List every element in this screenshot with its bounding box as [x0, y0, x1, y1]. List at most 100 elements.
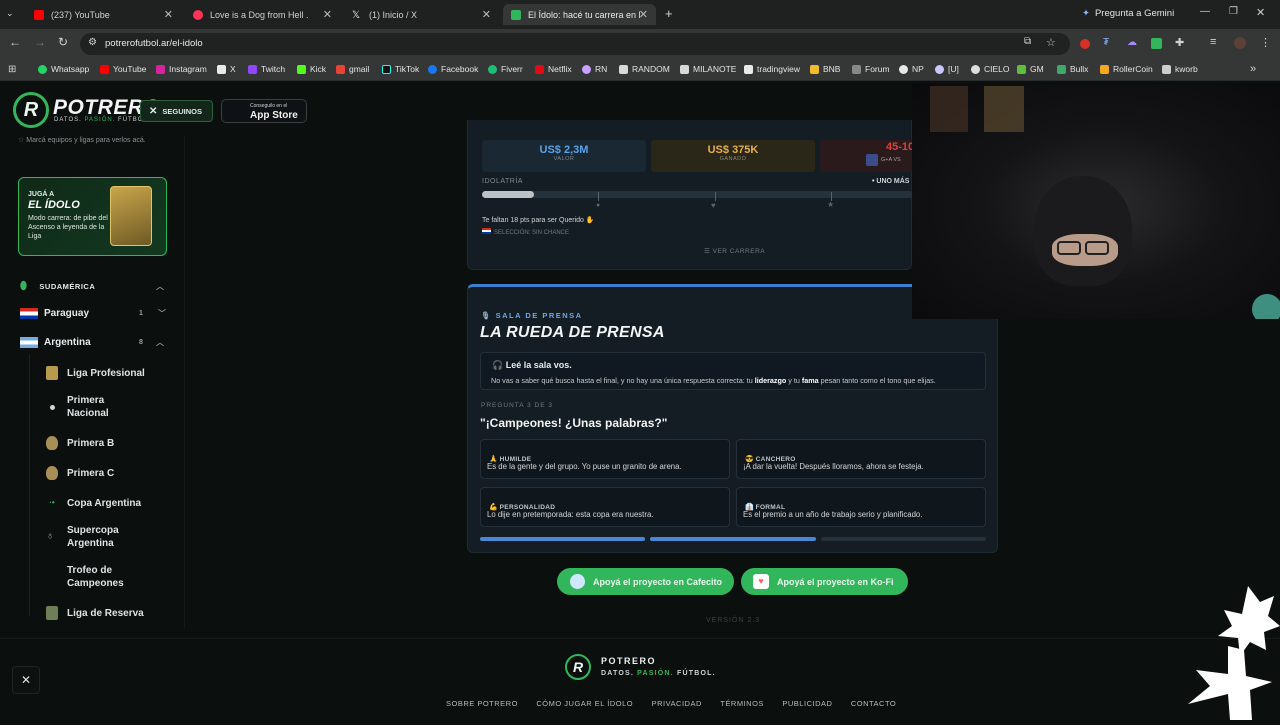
bookmark-kworb[interactable]: kworb — [1162, 64, 1198, 74]
league-trofeo-de-campeones[interactable]: Trofeo de Campeones — [46, 564, 136, 590]
answer-option-canchero[interactable]: 😎 CANCHERO ¡A dar la vuelta! Después llo… — [736, 439, 986, 479]
forward-icon[interactable]: → — [34, 35, 46, 49]
extension-cloud-icon[interactable]: ☁ — [1127, 37, 1137, 48]
league-badge-icon — [46, 606, 58, 620]
tab-el-idolo[interactable]: El Ídolo: hacé tu carrera en la Lig ✕ — [503, 4, 656, 25]
x-social-icon[interactable]: ✕ — [12, 666, 40, 694]
bookmark-netflix[interactable]: Netflix — [535, 64, 572, 74]
bookmark-rollercoin[interactable]: RollerCoin — [1100, 64, 1153, 74]
bookmark-cielo[interactable]: CIELO — [971, 64, 1010, 74]
bookmark-label: Forum — [865, 64, 890, 74]
profile-avatar[interactable] — [1234, 37, 1246, 49]
kofi-label: Apoyá el proyecto en Ko-Fi — [777, 576, 894, 587]
league-copa-argentina[interactable]: ·• Copa Argentina — [46, 496, 141, 510]
apps-grid-icon[interactable]: ⊞ — [8, 64, 16, 75]
extension-green-icon[interactable] — [1151, 38, 1162, 49]
bookmark-random[interactable]: RANDOM — [619, 64, 670, 74]
bookmark-tiktok[interactable]: TikTok — [382, 64, 419, 74]
league-primera-b[interactable]: Primera B — [46, 436, 114, 450]
answer-option-personalidad[interactable]: 💪 PERSONALIDAD Lo dije en pretemporada: … — [480, 487, 730, 527]
el-idolo-promo-card[interactable]: JUGÁ A EL ÍDOLO Modo carrera: de pibe de… — [18, 177, 167, 256]
extension-translate-icon[interactable]: ₮ — [1103, 37, 1109, 48]
chevron-up-icon[interactable]: ︿ — [156, 337, 164, 348]
league-supercopa-argentina[interactable]: ♁ Supercopa Argentina — [46, 524, 136, 550]
bookmark-bullx[interactable]: Bullx — [1057, 64, 1088, 74]
reload-icon[interactable]: ↻ — [58, 35, 68, 49]
extensions-puzzle-icon[interactable]: ✚ — [1175, 36, 1184, 49]
tab-love-is-a-dog[interactable]: Love is a Dog from Hell . ✕ — [185, 4, 340, 25]
more-bookmarks-icon[interactable]: » — [1250, 63, 1256, 75]
league-name: Trofeo de Campeones — [67, 565, 124, 589]
footer-link-como-jugar[interactable]: CÓMO JUGAR EL ÍDOLO — [536, 699, 633, 708]
bookmark-rn[interactable]: RN — [582, 64, 607, 74]
answer-option-humilde[interactable]: 🙏 HUMILDE Es de la gente y del grupo. Yo… — [480, 439, 730, 479]
back-icon[interactable]: ← — [9, 35, 21, 49]
country-name: Paraguay — [44, 308, 90, 319]
league-liga-profesional[interactable]: Liga Profesional — [46, 366, 145, 380]
menu-kebab-icon[interactable]: ⋮ — [1260, 36, 1271, 49]
ver-carrera-link[interactable]: ☰ VER CARRERA — [704, 247, 765, 255]
bookmark-star-icon[interactable]: ☆ — [1046, 36, 1056, 49]
bookmark-bnb[interactable]: BNB — [810, 64, 840, 74]
close-window-icon[interactable]: ✕ — [1256, 6, 1265, 19]
question-progress-segment — [650, 537, 816, 541]
chevron-down-icon[interactable]: ﹀ — [158, 308, 166, 319]
footer-link-contacto[interactable]: CONTACTO — [851, 699, 896, 708]
restore-icon[interactable]: ❐ — [1229, 6, 1238, 17]
bookmark-u[interactable]: [U] — [935, 64, 959, 74]
bookmark-x[interactable]: X — [217, 64, 236, 74]
region-sudamerica[interactable]: ⬮ SUDAMÉRICA ︿ — [20, 280, 165, 293]
bookmark-twitch[interactable]: Twitch — [248, 64, 285, 74]
bookmark-label: YouTube — [113, 64, 147, 74]
hand-icon: ✋ — [585, 217, 595, 224]
bookmark-youtube[interactable]: YouTube — [100, 64, 146, 74]
close-icon[interactable]: ✕ — [639, 8, 648, 21]
bookmark-label: kworb — [1175, 64, 1198, 74]
bookmark-instagram[interactable]: Instagram — [156, 64, 207, 74]
bookmark-tradingview[interactable]: tradingview — [744, 64, 800, 74]
address-bar[interactable]: ⚙ potrerofutbol.ar/el-idolo ⧉ ☆ — [80, 33, 1070, 55]
potrero-logo-icon[interactable]: R — [13, 92, 49, 128]
bookmark-gmail[interactable]: gmail — [336, 64, 369, 74]
bookmark-whatsapp[interactable]: Whatsapp — [38, 64, 89, 74]
footer-link-publicidad[interactable]: PUBLICIDAD — [782, 699, 832, 708]
footer-logo-icon[interactable]: R — [565, 654, 591, 680]
league-primera-c[interactable]: Primera C — [46, 466, 114, 480]
footer-link-sobre-potrero[interactable]: SOBRE POTRERO — [446, 699, 518, 708]
footer-link-terminos[interactable]: TÉRMINOS — [720, 699, 764, 708]
country-argentina[interactable]: Argentina 8 ︿ — [20, 337, 165, 348]
close-icon[interactable]: ✕ — [164, 8, 173, 21]
minimize-icon[interactable]: — — [1200, 6, 1210, 17]
tab-label: El Ídolo: hacé tu carrera en la Lig — [528, 9, 640, 20]
tab-search-icon[interactable]: ⌄ — [6, 8, 14, 19]
tab-youtube[interactable]: (237) YouTube ✕ — [26, 4, 181, 25]
app-store-badge[interactable]: Conseguilo en el App Store — [221, 99, 307, 123]
new-tab-icon[interactable]: + — [665, 6, 673, 21]
close-icon[interactable]: ✕ — [482, 8, 491, 21]
league-primera-nacional[interactable]: Primera Nacional — [46, 394, 136, 420]
kofi-button[interactable]: ♥ Apoyá el proyecto en Ko-Fi — [741, 568, 908, 595]
bookmark-gm[interactable]: GM — [1017, 64, 1044, 74]
chevron-up-icon[interactable]: ︿ — [156, 281, 165, 292]
reading-list-icon[interactable]: ≡ — [1210, 36, 1216, 48]
bookmark-fiverr[interactable]: Fiverr — [488, 64, 523, 74]
bookmark-facebook[interactable]: Facebook — [428, 64, 478, 74]
tab-x-home[interactable]: 𝕏 (1) Inicio / X ✕ — [344, 4, 499, 25]
bookmark-milanote[interactable]: MILANOTE — [680, 64, 736, 74]
footer-link-privacidad[interactable]: PRIVACIDAD — [652, 699, 702, 708]
extension-record-icon[interactable] — [1080, 39, 1090, 49]
gemini-button[interactable]: ✦ Pregunta a Gemini — [1082, 8, 1174, 19]
site-info-icon[interactable]: ⚙ — [88, 37, 97, 48]
bookmark-kick[interactable]: Kick — [297, 64, 326, 74]
bookmark-np[interactable]: NP — [899, 64, 924, 74]
bookmark-forum[interactable]: Forum — [852, 64, 890, 74]
answer-option-formal[interactable]: 👔 FORMAL Es el premio a un año de trabaj… — [736, 487, 986, 527]
close-icon[interactable]: ✕ — [323, 8, 332, 21]
country-paraguay[interactable]: Paraguay 1 ﹀ — [20, 308, 166, 319]
install-app-icon[interactable]: ⧉ — [1024, 36, 1031, 47]
follow-x-button[interactable]: ✕ SEGUINOS — [140, 100, 213, 122]
appstore-small-text: Conseguilo en el — [250, 103, 288, 109]
uno-mas-text: UNO MÁS — [876, 178, 910, 185]
league-liga-de-reserva[interactable]: Liga de Reserva — [46, 606, 144, 620]
cafecito-button[interactable]: Apoyá el proyecto en Cafecito — [557, 568, 734, 595]
